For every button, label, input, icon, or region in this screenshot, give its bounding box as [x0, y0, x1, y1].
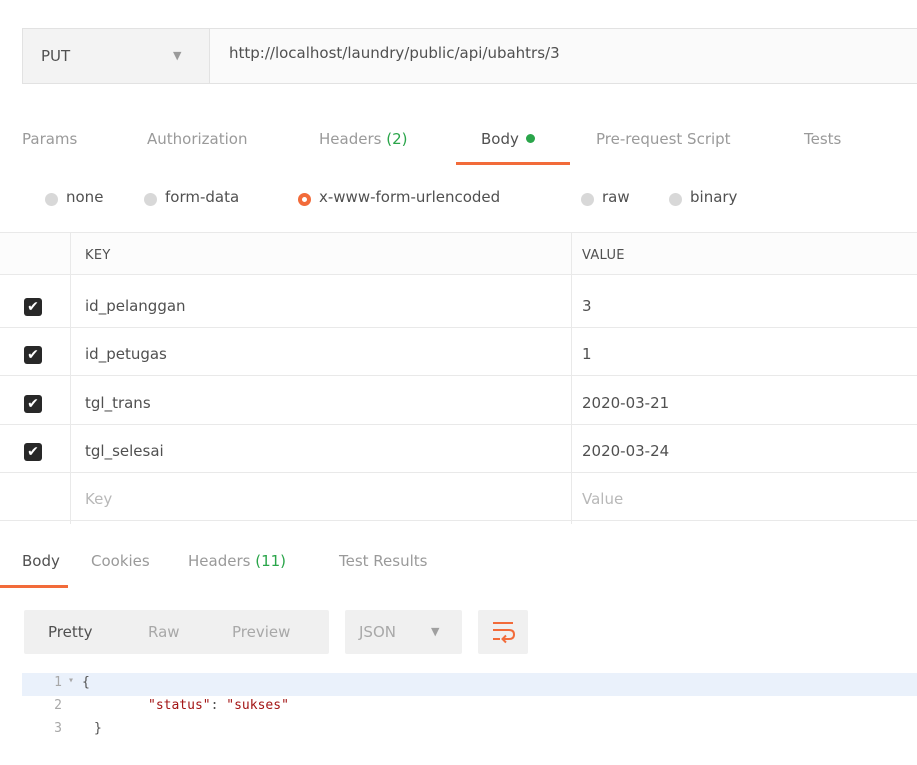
active-tab-indicator — [456, 162, 570, 165]
tab-params[interactable]: Params — [22, 130, 77, 148]
code-line: 3 } — [22, 719, 917, 742]
raw-button[interactable]: Raw — [148, 623, 180, 641]
param-key[interactable]: id_petugas — [85, 345, 167, 363]
key-column-header: KEY — [85, 248, 111, 263]
radio-x-www-form-urlencoded-label[interactable]: x-www-form-urlencoded — [319, 188, 500, 206]
method-select[interactable]: PUT ▼ — [23, 29, 210, 83]
format-toggle-group: Pretty Raw Preview — [24, 610, 329, 654]
radio-binary-label[interactable]: binary — [690, 188, 737, 206]
table-row-new: Key Value — [0, 478, 917, 521]
fold-chevron-icon[interactable]: ▾ — [68, 675, 74, 686]
code-line: 2 "status": "sukses" — [22, 696, 917, 719]
tab-headers-count: (2) — [386, 130, 408, 148]
tab-body-label: Body — [481, 130, 519, 148]
response-tab-cookies[interactable]: Cookies — [91, 552, 150, 570]
value-column-header: VALUE — [582, 248, 625, 263]
radio-binary[interactable] — [669, 193, 682, 206]
status-dot-icon — [525, 134, 535, 143]
param-key[interactable]: tgl_trans — [85, 394, 151, 412]
table-row: ✔ tgl_selesai 2020-03-24 — [0, 430, 917, 473]
tab-tests[interactable]: Tests — [804, 130, 841, 148]
code-line: 1 ▾ { — [22, 673, 917, 696]
radio-x-www-form-urlencoded[interactable] — [298, 193, 311, 206]
column-divider — [571, 232, 572, 524]
radio-none-label[interactable]: none — [66, 188, 103, 206]
preview-button[interactable]: Preview — [232, 623, 290, 641]
tab-headers[interactable]: Headers (2) — [319, 130, 407, 148]
param-key[interactable]: id_pelanggan — [85, 297, 186, 315]
param-value[interactable]: 2020-03-24 — [582, 442, 669, 460]
response-tab-test-results[interactable]: Test Results — [339, 552, 427, 570]
row-enabled-checkbox[interactable]: ✔ — [24, 298, 42, 316]
url-bar: PUT ▼ — [22, 28, 917, 84]
row-enabled-checkbox[interactable]: ✔ — [24, 395, 42, 413]
response-tab-body[interactable]: Body — [22, 552, 60, 570]
code-text: { — [82, 675, 90, 690]
response-headers-count: (11) — [255, 552, 287, 570]
code-text: } — [94, 721, 102, 736]
new-value-input[interactable]: Value — [582, 490, 623, 508]
new-key-input[interactable]: Key — [85, 490, 112, 508]
tab-headers-label: Headers — [319, 130, 382, 148]
line-number: 2 — [54, 698, 62, 713]
table-row: ✔ tgl_trans 2020-03-21 — [0, 382, 917, 425]
radio-none[interactable] — [45, 193, 58, 206]
code-text: "status": "sukses" — [148, 698, 289, 713]
response-tab-headers-label: Headers — [188, 552, 251, 570]
table-row: ✔ id_petugas 1 — [0, 333, 917, 376]
tab-prerequest-script[interactable]: Pre-request Script — [596, 130, 731, 148]
tab-authorization[interactable]: Authorization — [147, 130, 247, 148]
table-header-row: KEY VALUE — [0, 232, 917, 275]
radio-form-data-label[interactable]: form-data — [165, 188, 239, 206]
pretty-button[interactable]: Pretty — [48, 623, 93, 641]
column-divider — [70, 232, 71, 524]
param-value[interactable]: 1 — [582, 345, 592, 363]
line-number: 3 — [54, 721, 62, 736]
param-value[interactable]: 3 — [582, 297, 592, 315]
chevron-down-icon: ▼ — [173, 49, 182, 62]
json-value: "sukses" — [226, 698, 289, 713]
radio-raw-label[interactable]: raw — [602, 188, 630, 206]
param-value[interactable]: 2020-03-21 — [582, 394, 669, 412]
language-label: JSON — [359, 623, 396, 641]
response-tab-headers[interactable]: Headers (11) — [188, 552, 286, 570]
radio-form-data[interactable] — [144, 193, 157, 206]
json-key: "status" — [148, 698, 211, 713]
row-enabled-checkbox[interactable]: ✔ — [24, 346, 42, 364]
url-input[interactable] — [229, 44, 889, 62]
active-response-tab-indicator — [0, 585, 68, 588]
tab-body[interactable]: Body — [481, 130, 535, 148]
language-select[interactable]: JSON ▼ — [345, 610, 462, 654]
line-number: 1 — [54, 675, 62, 690]
row-enabled-checkbox[interactable]: ✔ — [24, 443, 42, 461]
json-sep: : — [210, 698, 227, 713]
wrap-lines-button[interactable] — [478, 610, 528, 654]
wrap-lines-icon — [493, 622, 516, 644]
method-label: PUT — [41, 47, 71, 65]
radio-raw[interactable] — [581, 193, 594, 206]
table-row: ✔ id_pelanggan 3 — [0, 285, 917, 328]
chevron-down-icon: ▼ — [431, 625, 440, 638]
param-key[interactable]: tgl_selesai — [85, 442, 164, 460]
